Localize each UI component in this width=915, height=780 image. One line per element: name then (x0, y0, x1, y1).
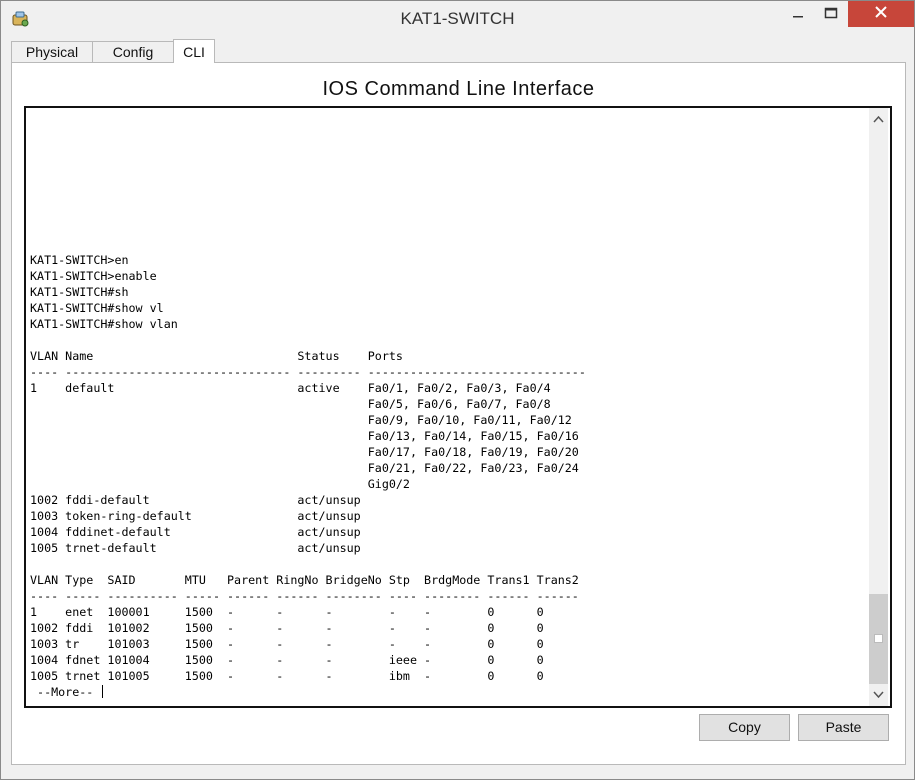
tab-bar: Physical Config CLI (11, 39, 905, 63)
copy-button[interactable]: Copy (699, 714, 790, 741)
maximize-button[interactable] (814, 1, 848, 29)
scroll-down-button[interactable] (869, 686, 888, 704)
scroll-grip-icon (874, 634, 883, 643)
tab-config[interactable]: Config (92, 41, 174, 63)
scroll-up-button[interactable] (869, 110, 888, 128)
cli-output[interactable]: KAT1-SWITCH>en KAT1-SWITCH>enable KAT1-S… (30, 252, 586, 700)
tab-cli[interactable]: CLI (173, 39, 215, 63)
scroll-down-icon (873, 686, 884, 704)
cli-heading: IOS Command Line Interface (322, 78, 595, 100)
scroll-thumb[interactable] (869, 594, 888, 684)
title-bar[interactable]: KAT1-SWITCH (1, 1, 914, 37)
minimize-icon (792, 6, 804, 24)
minimize-button[interactable] (781, 1, 815, 29)
text-cursor (102, 685, 104, 698)
tab-physical[interactable]: Physical (11, 41, 93, 63)
cli-panel: IOS Command Line Interface KAT1-SWITCH>e… (11, 62, 906, 765)
cli-console[interactable]: KAT1-SWITCH>en KAT1-SWITCH>enable KAT1-S… (24, 106, 892, 708)
paste-button[interactable]: Paste (798, 714, 889, 741)
cli-output-text: KAT1-SWITCH>en KAT1-SWITCH>enable KAT1-S… (30, 253, 586, 683)
vertical-scrollbar[interactable] (869, 108, 888, 706)
close-button[interactable] (848, 1, 914, 27)
window-title: KAT1-SWITCH (400, 9, 515, 28)
app-window: KAT1-SWITCH Physical Config CLI IOS Comm… (0, 0, 915, 780)
close-icon (874, 5, 888, 24)
maximize-icon (824, 6, 838, 24)
more-prompt: --More-- (30, 685, 101, 699)
scroll-up-icon (873, 110, 884, 128)
scroll-track[interactable] (869, 128, 888, 684)
